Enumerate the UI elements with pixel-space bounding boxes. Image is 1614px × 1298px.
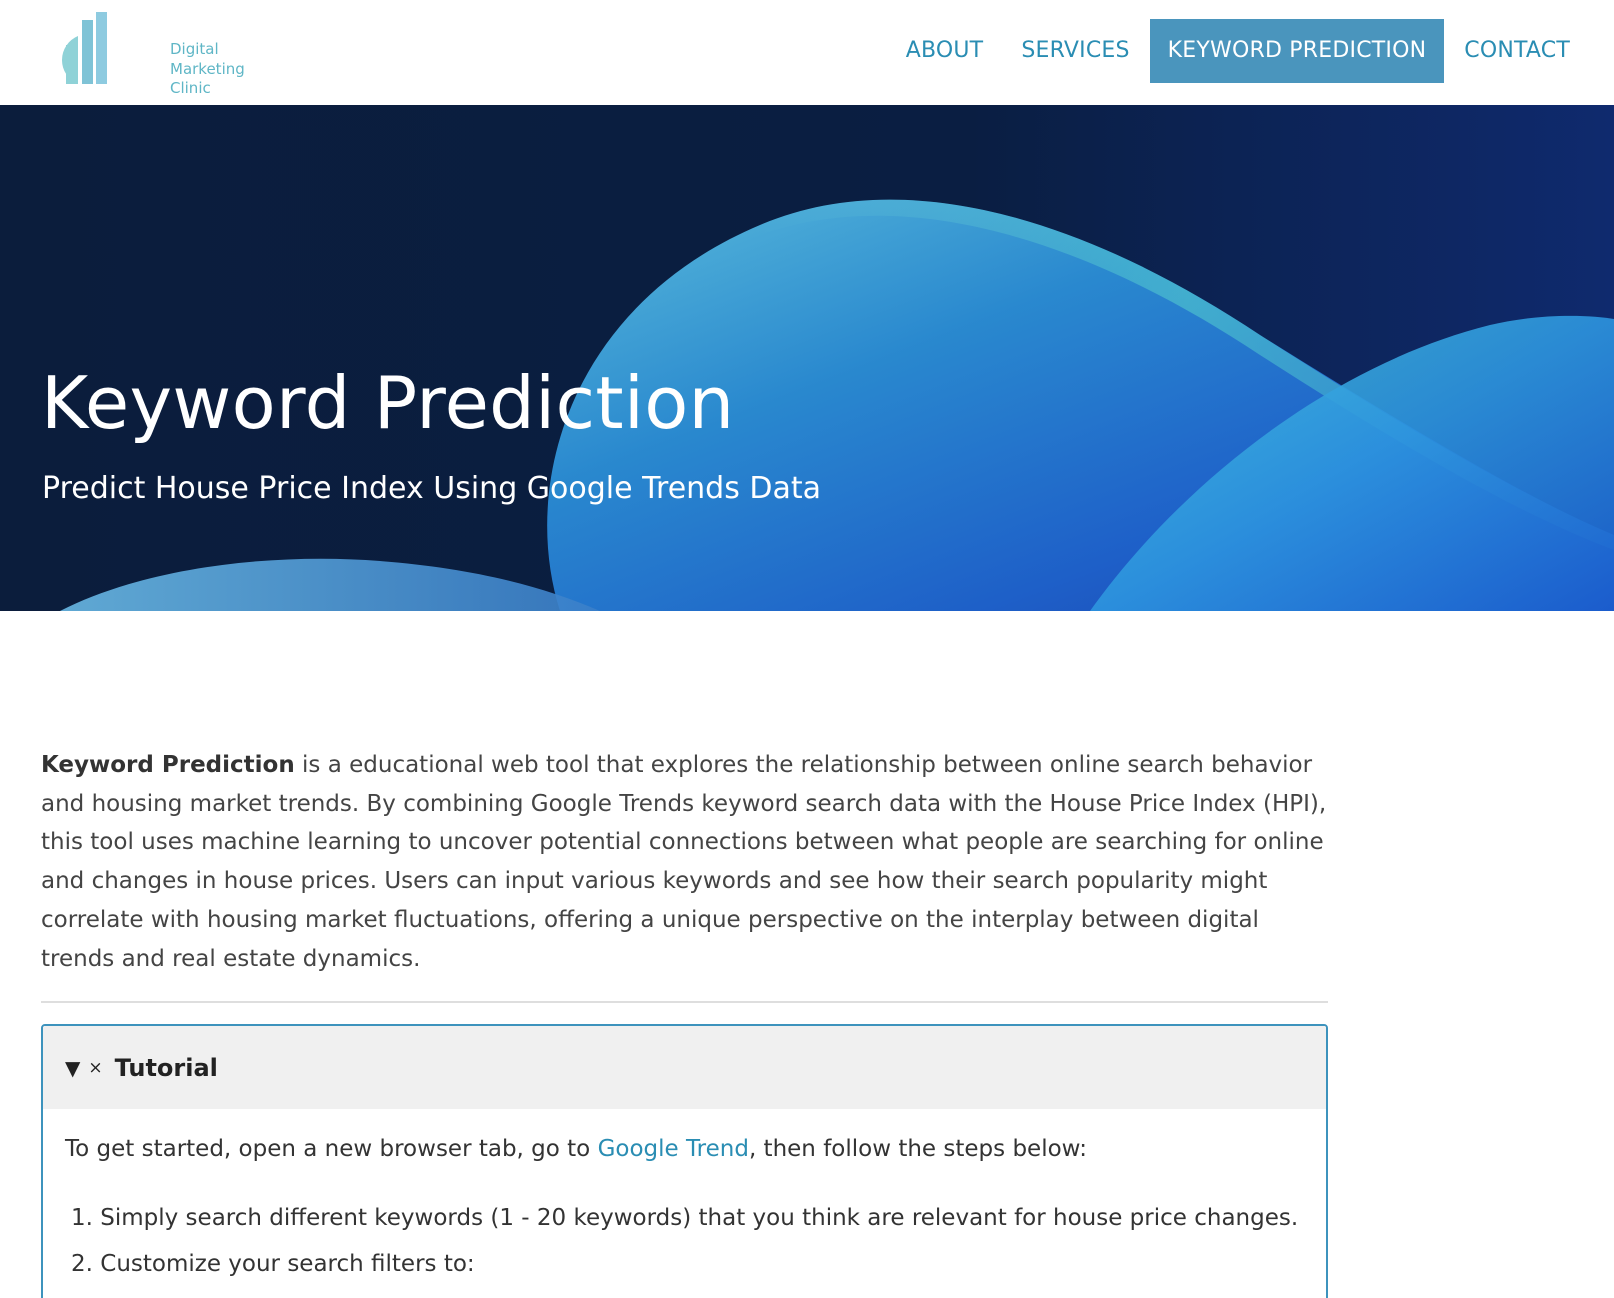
nav-keyword-prediction[interactable]: KEYWORD PREDICTION [1149,19,1445,83]
tutorial-steps: 1. Simply search different keywords (1 -… [65,1195,1304,1287]
tutorial-lead-after: , then follow the steps below: [748,1136,1087,1162]
nav-contact[interactable]: CONTACT [1446,19,1588,83]
tutorial-step-1: 1. Simply search different keywords (1 -… [71,1205,1299,1231]
logo-line-1: Digital [170,40,219,58]
section-divider [41,1001,1328,1003]
intro-bold: Keyword Prediction [41,752,295,778]
intro-text: is a educational web tool that explores … [41,752,1327,972]
logo-line-2: Marketing [170,59,245,78]
main-content: Keyword Prediction is a educational web … [41,746,1328,978]
tutorial-body: To get started, open a new browser tab, … [43,1109,1326,1287]
tutorial-step-2: 2. Customize your search filters to: [71,1251,475,1277]
main-nav: ABOUT SERVICES KEYWORD PREDICTION CONTAC… [886,19,1614,83]
tutorial-toggle[interactable]: ▼ × Tutorial [43,1026,1326,1109]
site-header: Digital Marketing Clinic ABOUT SERVICES … [0,0,1614,105]
nav-services[interactable]: SERVICES [1003,19,1147,83]
tutorial-title: Tutorial [114,1053,218,1082]
site-logo[interactable]: Digital Marketing Clinic [52,10,245,97]
tutorial-lead: To get started, open a new browser tab, … [65,1131,1304,1167]
intro-paragraph: Keyword Prediction is a educational web … [41,746,1328,978]
logo-line-3: Clinic [170,79,211,97]
logo-text: Digital Marketing Clinic [170,40,245,99]
hero-banner: Keyword Prediction Predict House Price I… [0,105,1614,611]
triangle-down-icon: ▼ [65,1055,81,1080]
google-trend-link[interactable]: Google Trend [598,1136,749,1162]
tutorial-panel: ▼ × Tutorial To get started, open a new … [41,1024,1328,1298]
page-subtitle: Predict House Price Index Using Google T… [42,471,822,506]
page-title: Keyword Prediction [41,361,735,445]
close-x-icon[interactable]: × [88,1058,102,1078]
tutorial-lead-before: To get started, open a new browser tab, … [65,1136,598,1162]
nav-about[interactable]: ABOUT [888,19,1002,83]
hero-background [0,105,1614,611]
